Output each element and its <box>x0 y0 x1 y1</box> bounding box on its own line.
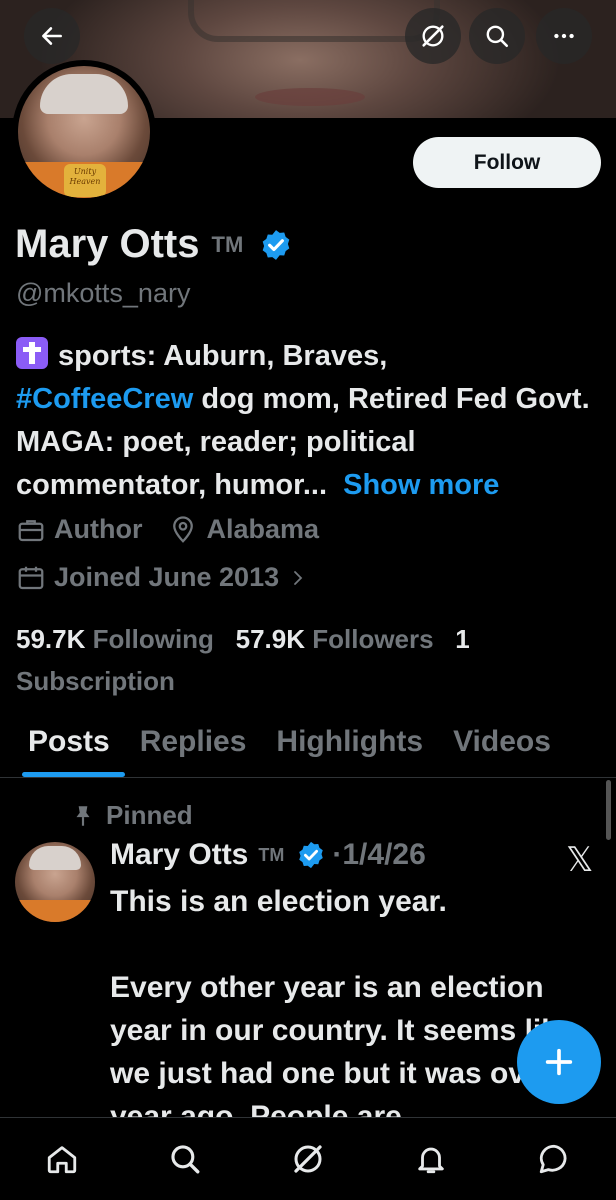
avatar-photo: Unity Heaven <box>18 66 150 198</box>
post-avatar[interactable] <box>15 842 95 922</box>
subscription-label: Subscription <box>16 666 175 696</box>
tab-posts[interactable]: Posts <box>0 717 125 777</box>
profile-name: Mary Otts <box>15 222 200 266</box>
more-horizontal-icon <box>554 33 574 39</box>
verified-badge-icon[interactable] <box>259 228 293 262</box>
avatar-photo-hair <box>29 846 81 870</box>
nav-home[interactable] <box>32 1129 92 1189</box>
profile-bio: sports: Auburn, Braves, #CoffeeCrew dog … <box>16 335 606 507</box>
search-icon <box>486 25 509 48</box>
grok-icon <box>422 25 444 47</box>
briefcase-icon <box>18 519 44 541</box>
post-header: Mary Otts TM ·1/4/26 <box>110 838 426 872</box>
bell-icon <box>418 1147 444 1174</box>
profile-avatar[interactable]: Unity Heaven <box>12 60 156 204</box>
tab-replies[interactable]: Replies <box>125 717 262 777</box>
profile-joined: Joined June 2013 <box>54 562 280 592</box>
home-icon <box>47 1146 76 1174</box>
following-label: Following <box>92 624 214 654</box>
pinned-label: Pinned <box>106 800 193 830</box>
joined-date-row[interactable]: Joined June 2013 <box>16 562 315 593</box>
search-button[interactable] <box>469 8 525 64</box>
nav-grok[interactable] <box>278 1129 338 1189</box>
x-logo-icon: 𝕏 <box>566 841 594 879</box>
trademark-label: TM <box>258 844 285 865</box>
following-count: 59.7K <box>16 624 86 654</box>
compose-post-button[interactable] <box>517 1020 601 1104</box>
nav-notifications[interactable] <box>401 1129 461 1189</box>
bio-text: sports: Auburn, Braves, <box>58 340 388 372</box>
back-button[interactable] <box>24 8 80 64</box>
avatar-badge: Unity Heaven <box>64 164 106 197</box>
nav-messages[interactable] <box>524 1129 584 1189</box>
profile-meta-row: Author Alabama <box>16 514 319 545</box>
tab-videos[interactable]: Videos <box>438 717 566 777</box>
profile-tabs: Posts Replies Highlights Videos <box>0 717 616 778</box>
profile-occupation: Author <box>54 514 143 544</box>
post-author-name[interactable]: Mary Otts <box>110 838 248 872</box>
calendar-icon <box>18 566 44 589</box>
more-button[interactable] <box>536 8 592 64</box>
avatar-photo-shirt <box>15 900 95 922</box>
search-icon <box>171 1145 200 1174</box>
subscription-count: 1 <box>455 624 470 654</box>
banner-photo-detail <box>255 88 365 106</box>
profile-handle: @mkotts_nary <box>16 278 191 308</box>
latin-cross-emoji-icon <box>16 337 48 369</box>
post-date[interactable]: ·1/4/26 <box>332 838 425 872</box>
messages-icon <box>540 1144 567 1174</box>
location-pin-icon <box>173 515 194 543</box>
verified-badge-icon <box>299 841 324 869</box>
scrollbar[interactable] <box>606 780 611 840</box>
avatar-photo-hair <box>40 74 128 114</box>
tab-highlights[interactable]: Highlights <box>261 717 438 777</box>
show-more-link[interactable]: Show more <box>343 469 499 501</box>
bottom-navigation <box>0 1117 616 1200</box>
banner-photo-detail <box>188 0 440 42</box>
grok-icon <box>294 1145 322 1173</box>
pinned-label-row: Pinned <box>70 800 193 831</box>
post-text: This is an election year. Every other ye… <box>110 885 578 1133</box>
chevron-right-icon <box>294 570 303 585</box>
profile-stats: 59.7K Following 57.9K Followers 1 Subscri… <box>16 618 606 702</box>
arrow-left-icon <box>42 27 62 45</box>
pin-icon <box>76 805 90 826</box>
grok-button[interactable] <box>405 8 461 64</box>
followers-link[interactable]: 57.9K Followers <box>236 624 434 654</box>
follow-button[interactable]: Follow <box>413 137 601 188</box>
plus-icon <box>545 1048 573 1076</box>
following-link[interactable]: 59.7K Following <box>16 624 214 654</box>
trademark-label: TM <box>211 231 244 257</box>
profile-location: Alabama <box>206 514 320 544</box>
hashtag-link[interactable]: #CoffeeCrew <box>16 383 193 415</box>
followers-count: 57.9K <box>235 624 305 654</box>
profile-name-row: Mary Otts TM <box>15 222 293 267</box>
followers-label: Followers <box>312 624 434 654</box>
nav-search[interactable] <box>155 1129 215 1189</box>
